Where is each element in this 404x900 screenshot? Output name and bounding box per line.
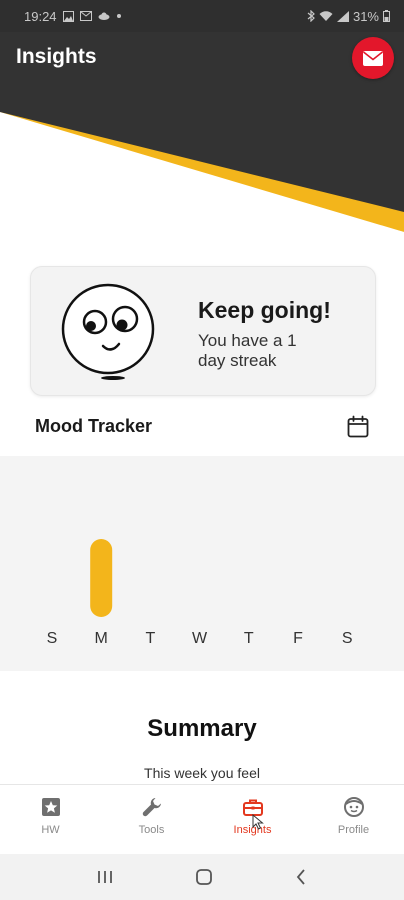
bluetooth-icon <box>307 10 315 22</box>
day-label-6: S <box>342 630 353 647</box>
bottom-nav: HW Tools Insights Profile <box>0 784 404 854</box>
streak-card: Keep going! You have a 1 day streak <box>30 266 376 396</box>
star-icon <box>41 798 60 816</box>
smiley-face-icon <box>61 283 155 380</box>
cloud-icon <box>98 12 110 20</box>
home-icon[interactable] <box>195 868 213 886</box>
dot-icon <box>116 14 121 18</box>
status-bar: 19:24 31% <box>0 0 404 32</box>
day-label-1: M <box>95 630 108 647</box>
signal-icon <box>336 10 349 22</box>
nav-item-tools[interactable]: Tools <box>101 785 202 854</box>
recent-apps-icon[interactable] <box>96 869 114 885</box>
status-right: 31% <box>307 9 390 24</box>
mood-chart: SMTWTFS <box>0 456 404 671</box>
day-label-4: T <box>244 630 254 647</box>
battery-icon <box>383 10 390 22</box>
status-left: 19:24 <box>24 9 122 24</box>
mood-tracker-title: Mood Tracker <box>35 416 153 436</box>
mood-chart-svg: SMTWTFS <box>47 539 353 647</box>
nav-label-hw: HW <box>41 824 60 836</box>
day-label-5: F <box>293 630 303 647</box>
streak-text: You have a 1 day streak <box>198 331 297 370</box>
mood-bar-1 <box>90 539 113 617</box>
streak-title: Keep going! <box>198 297 331 323</box>
envelope-icon <box>363 50 383 66</box>
wifi-icon <box>319 10 333 21</box>
page-title: Insights <box>16 45 97 68</box>
face-icon <box>343 797 364 817</box>
header-banner <box>0 0 404 232</box>
day-label-0: S <box>47 630 58 647</box>
battery-text: 31% <box>352 8 379 24</box>
status-time: 19:24 <box>24 8 57 24</box>
summary-subtitle: This week you feel <box>144 765 260 781</box>
pointer-cursor-icon <box>252 814 264 830</box>
mail-button[interactable] <box>352 37 394 79</box>
mail-icon <box>79 11 92 21</box>
nav-label-tools: Tools <box>138 824 165 836</box>
nav-item-profile[interactable]: Profile <box>303 785 404 854</box>
nav-item-hw[interactable]: HW <box>0 785 101 854</box>
image-icon <box>62 10 74 22</box>
day-label-2: T <box>146 630 156 647</box>
day-label-3: W <box>192 630 208 647</box>
wrench-icon <box>142 798 161 817</box>
back-icon[interactable] <box>294 868 308 886</box>
summary-title: Summary <box>147 715 257 742</box>
calendar-icon[interactable] <box>346 415 370 439</box>
nav-label-profile: Profile <box>337 824 370 836</box>
system-nav-bar <box>0 854 404 900</box>
header-background <box>0 0 404 232</box>
